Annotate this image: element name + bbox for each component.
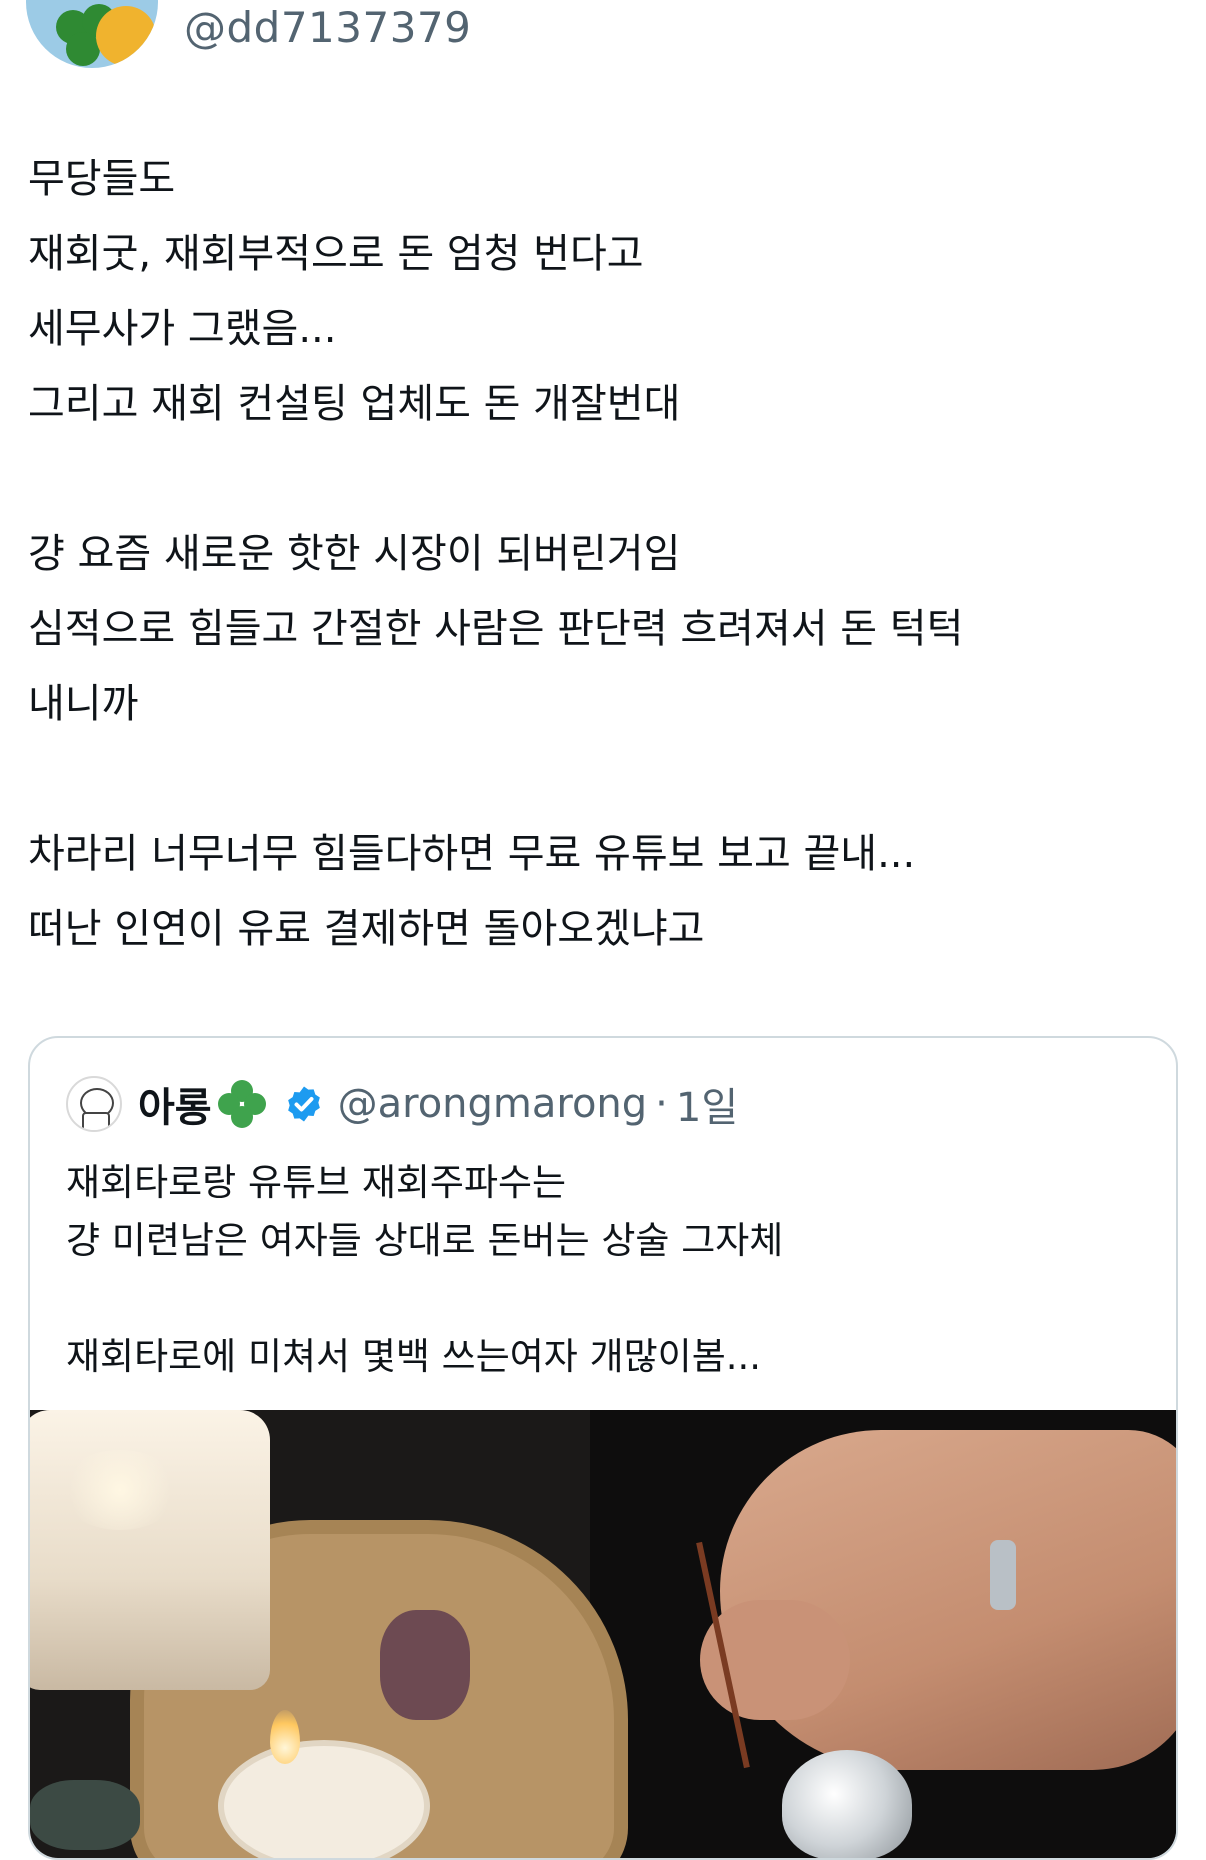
crystal-pendulum <box>782 1750 912 1858</box>
separator-dot: · <box>655 1081 668 1127</box>
quote-author-avatar[interactable] <box>66 1076 122 1132</box>
tweet-text: 무당들도 재회굿, 재회부적으로 돈 엄청 번다고 세무사가 그랬음... 그리… <box>28 142 1178 1042</box>
tweet-line: 세무사가 그랬음... <box>28 306 337 352</box>
tweet-line: 그리고 재회 컨설팅 업체도 돈 개잘번대 <box>28 381 681 427</box>
author-handle[interactable]: @dd7137379 <box>184 2 471 54</box>
quote-line: 재회타로에 미쳐서 몇백 쓰는여자 개많이봄... <box>66 1335 762 1378</box>
quote-timestamp[interactable]: 1일 <box>676 1075 738 1133</box>
quote-line: 재회타로랑 유튜브 재회주파수는 <box>66 1161 567 1204</box>
tweet-line: 차라리 너무너무 힘들다하면 무료 유튜보 보고 끝내... <box>28 831 916 877</box>
clover-leaf <box>66 32 100 66</box>
quote-header: 아롱 @arongmarong · 1일 <box>66 1076 738 1132</box>
quote-author-handle[interactable]: @arongmarong <box>338 1081 648 1127</box>
dog-body <box>82 1112 110 1130</box>
tweet-line: 내니까 <box>28 681 139 727</box>
tweet-paragraph: 걍 요즘 새로운 핫한 시장이 되버린거임 심적으로 힘들고 간절한 사람은 판… <box>28 517 1178 742</box>
green-stone <box>30 1780 140 1850</box>
candle-jar <box>30 1410 270 1690</box>
tweet-header: @dd7137379 <box>0 0 1206 80</box>
tweet-line: 재회굿, 재회부적으로 돈 엄청 번다고 <box>28 231 644 277</box>
quote-line: 걍 미련남은 여자들 상대로 돈버는 상술 그자체 <box>66 1219 784 1262</box>
tweet-line: 걍 요즘 새로운 핫한 시장이 되버린거임 <box>28 531 681 577</box>
verified-icon <box>287 1086 320 1122</box>
quote-media-image[interactable] <box>30 1410 1176 1858</box>
quote-author-name[interactable]: 아롱 <box>138 1075 212 1133</box>
silver-ring <box>990 1540 1016 1610</box>
clover-icon <box>216 1078 268 1130</box>
amethyst-crystal <box>380 1610 470 1720</box>
quote-blank-line <box>66 1270 1146 1328</box>
tweet-line: 무당들도 <box>28 156 176 202</box>
tweet-line: 떠난 인연이 유료 결제하면 돌아오겠냐고 <box>28 906 705 952</box>
tweet-line: 심적으로 힘들고 간절한 사람은 판단력 흐려져서 돈 턱턱 <box>28 606 964 652</box>
quote-text: 재회타로랑 유튜브 재회주파수는 걍 미련남은 여자들 상대로 돈버는 상술 그… <box>66 1154 1146 1386</box>
author-avatar[interactable] <box>26 0 158 68</box>
quote-tweet-card[interactable]: 아롱 @arongmarong · 1일 재회타로랑 유튜브 재회주파수는 걍 … <box>28 1036 1178 1860</box>
tweet-paragraph: 무당들도 재회굿, 재회부적으로 돈 엄청 번다고 세무사가 그랬음... 그리… <box>28 142 1178 442</box>
tweet-paragraph: 차라리 너무너무 힘들다하면 무료 유튜보 보고 끝내... 떠난 인연이 유료… <box>28 817 1178 967</box>
candle-glow <box>60 1450 180 1530</box>
avatar-character <box>96 6 156 66</box>
